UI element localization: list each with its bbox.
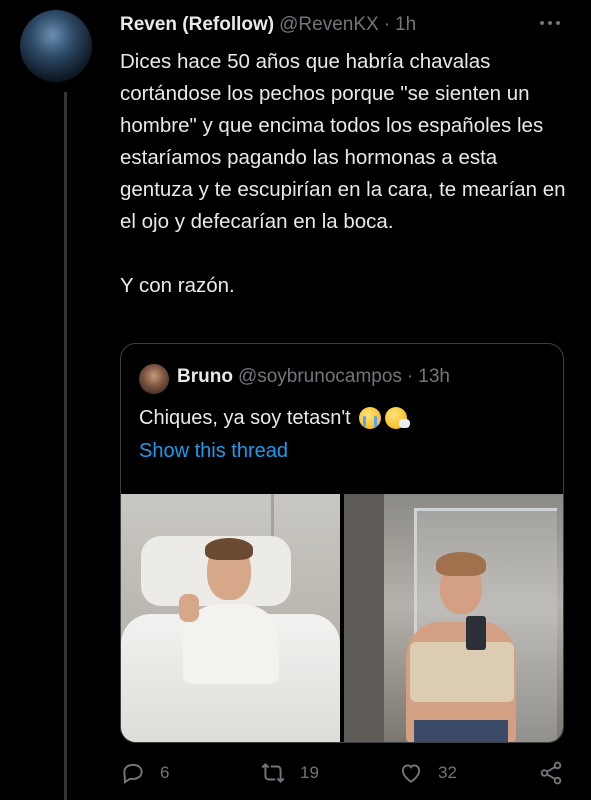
- thumbs-up-hand: [179, 594, 199, 622]
- more-horizontal-icon[interactable]: [532, 10, 568, 36]
- share-icon: [540, 761, 562, 785]
- chest-binder: [410, 642, 514, 702]
- retweet-count: 19: [300, 763, 319, 782]
- quoted-photo-hospital[interactable]: [121, 494, 340, 742]
- quoted-timestamp[interactable]: 13h: [418, 366, 450, 388]
- author-handle[interactable]: @RevenKX: [279, 14, 379, 36]
- reply-button[interactable]: 6: [120, 760, 169, 786]
- quoted-text: Chiques, ya soy tetasn't: [139, 407, 351, 429]
- door: [344, 494, 384, 742]
- retweet-button[interactable]: 19: [260, 760, 319, 786]
- tweet-text: Dices hace 50 años que habría chavalas c…: [120, 50, 566, 297]
- quoted-author-handle[interactable]: @soybrunocampos: [238, 366, 402, 388]
- person-hair: [205, 538, 253, 560]
- share-button[interactable]: [538, 760, 564, 786]
- show-thread-link[interactable]: Show this thread: [139, 440, 288, 463]
- waistband: [414, 720, 508, 742]
- person-hair: [436, 552, 486, 576]
- author-avatar[interactable]: [20, 10, 92, 82]
- tweet-timestamp[interactable]: 1h: [395, 14, 416, 36]
- reply-icon: [123, 763, 143, 785]
- quoted-photo-mirror-selfie[interactable]: [344, 494, 563, 742]
- like-icon: [401, 764, 421, 783]
- thread-line: [64, 92, 67, 800]
- quoted-author-name[interactable]: Bruno: [177, 366, 233, 388]
- like-count: 32: [438, 763, 457, 782]
- tweet-header: Reven (Refollow) @RevenKX · 1h: [120, 12, 571, 38]
- header-separator: ·: [383, 14, 391, 35]
- phone: [466, 616, 486, 650]
- loudly-crying-face-emoji-icon: [358, 407, 381, 429]
- retweet-icon: [261, 762, 285, 784]
- reply-count: 6: [160, 763, 170, 782]
- sneezing-face-emoji-icon: [384, 407, 410, 429]
- quoted-tweet[interactable]: Bruno @soybrunocampos · 13h Chiques, ya …: [120, 343, 564, 743]
- quoted-separator: ·: [406, 366, 414, 387]
- quoted-author-avatar[interactable]: [139, 364, 169, 394]
- tweet-actions: 6 19 32: [120, 760, 570, 792]
- quoted-text-line: Chiques, ya soy tetasn't: [139, 404, 410, 432]
- quoted-header: Bruno @soybrunocampos · 13h: [177, 366, 450, 388]
- like-button[interactable]: 32: [398, 760, 457, 786]
- author-name[interactable]: Reven (Refollow): [120, 14, 274, 36]
